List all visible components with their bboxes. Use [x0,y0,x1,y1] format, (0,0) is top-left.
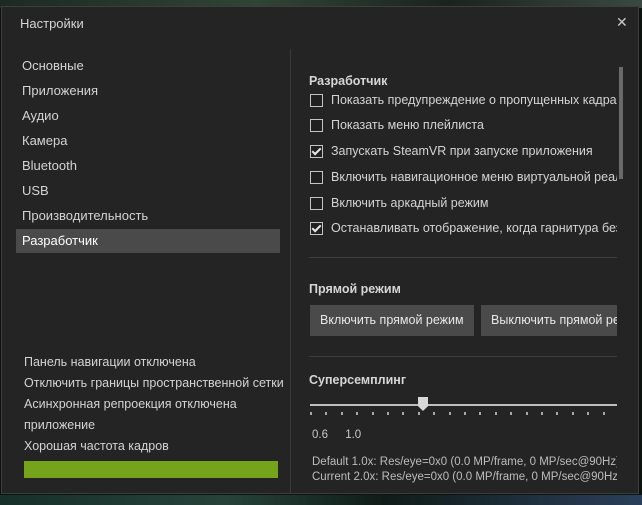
slider-tick [571,412,574,415]
supersampling-default-info: Default 1.0x: Res/eye=0x0 (0.0 MP/frame,… [312,456,617,468]
sidebar-item-usb[interactable]: USB [16,179,280,203]
content-scrollbar[interactable] [618,47,624,494]
slider-tick [340,412,343,415]
sidebar-item-camera[interactable]: Камера [16,129,280,153]
checkbox[interactable] [310,221,323,235]
slider-tick [310,412,312,415]
enable-direct-mode-button[interactable]: Включить прямой режим [310,305,474,336]
slider-tick [387,412,389,415]
developer-settings-panel: Разработчик Показать предупреждение о пр… [292,47,617,494]
sidebar-item-general[interactable]: Основные [16,54,280,78]
tick-label: 1.0 [345,429,362,441]
option-label: Включить аркадный режим [331,196,489,210]
option-playlist-menu[interactable]: Показать меню плейлиста [310,115,484,135]
slider-tick [541,412,543,415]
option-label: Останавливать отображение, когда гарниту… [331,221,617,235]
supersampling-tick-labels: 0.6 1.0 [312,429,375,441]
panel-divider [290,49,291,494]
option-label: Запускать SteamVR при запуске приложения [331,144,593,158]
desktop-background-bottom [0,495,642,505]
option-pause-on-idle[interactable]: Останавливать отображение, когда гарниту… [310,218,617,238]
checkbox[interactable] [310,93,323,107]
slider-tick [556,412,559,415]
status-line: приложение [24,418,96,432]
slider-tick [448,412,451,415]
option-label: Включить навигационное меню виртуальной … [331,170,617,184]
section-title-developer: Разработчик [309,74,388,88]
scrollbar-thumb[interactable] [619,67,623,179]
status-line: Асинхронная репроекция отключена [24,397,237,411]
sidebar-item-audio[interactable]: Аудио [16,104,280,128]
option-vr-navigation-menu[interactable]: Включить навигационное меню виртуальной … [310,167,617,187]
slider-tick [587,412,590,415]
window-title: Настройки [20,16,84,31]
supersampling-slider-ticks [310,412,617,415]
disable-direct-mode-button[interactable]: Выключить прямой режим [481,305,617,336]
sidebar-item-developer[interactable]: Разработчик [16,229,280,253]
status-line: Хорошая частота кадров [24,439,169,453]
option-dropped-frames-warning[interactable]: Показать предупреждение о пропущенных ка… [310,90,617,110]
settings-window: Настройки ✕ Основные Приложения Аудио Ка… [1,6,639,494]
checkbox[interactable] [310,170,323,184]
status-line: Отключить границы пространственной сетки [24,376,284,390]
slider-tick [371,412,374,415]
status-line: Панель навигации отключена [24,355,196,369]
slider-tick [402,412,405,415]
status-panel: Панель навигации отключена Отключить гра… [24,352,284,478]
sidebar-item-bluetooth[interactable]: Bluetooth [16,154,280,178]
checkbox[interactable] [310,144,323,158]
section-title-direct-mode: Прямой режим [309,282,401,296]
slider-tick [417,412,420,415]
slider-tick [510,412,513,415]
option-launch-steamvr[interactable]: Запускать SteamVR при запуске приложения [310,141,593,161]
slider-tick [525,412,528,415]
supersampling-slider-handle[interactable] [418,397,428,411]
checkbox[interactable] [310,196,323,210]
tick-label: 0.6 [312,429,328,441]
slider-tick [325,412,328,415]
section-divider [309,257,617,258]
supersampling-current-info: Current 2.0x: Res/eye=0x0 (0.0 MP/frame,… [312,471,617,483]
checkbox[interactable] [310,118,323,132]
section-title-supersampling: Суперсемплинг [309,373,407,387]
sidebar-item-applications[interactable]: Приложения [16,79,280,103]
close-icon[interactable]: ✕ [616,14,628,31]
slider-tick [602,412,605,415]
option-label: Показать меню плейлиста [331,118,484,132]
frame-rate-status-bar [24,461,278,478]
title-bar: Настройки ✕ [2,7,638,39]
slider-tick [464,412,466,415]
slider-tick [433,412,436,415]
slider-tick [494,412,497,415]
supersampling-slider-track[interactable] [310,404,617,406]
sidebar: Основные Приложения Аудио Камера Bluetoo… [16,54,280,254]
slider-tick [479,412,482,415]
option-label: Показать предупреждение о пропущенных ка… [331,93,617,107]
sidebar-item-performance[interactable]: Производительность [16,204,280,228]
option-arcade-mode[interactable]: Включить аркадный режим [310,193,488,213]
slider-tick [356,412,359,415]
section-divider [309,356,617,357]
